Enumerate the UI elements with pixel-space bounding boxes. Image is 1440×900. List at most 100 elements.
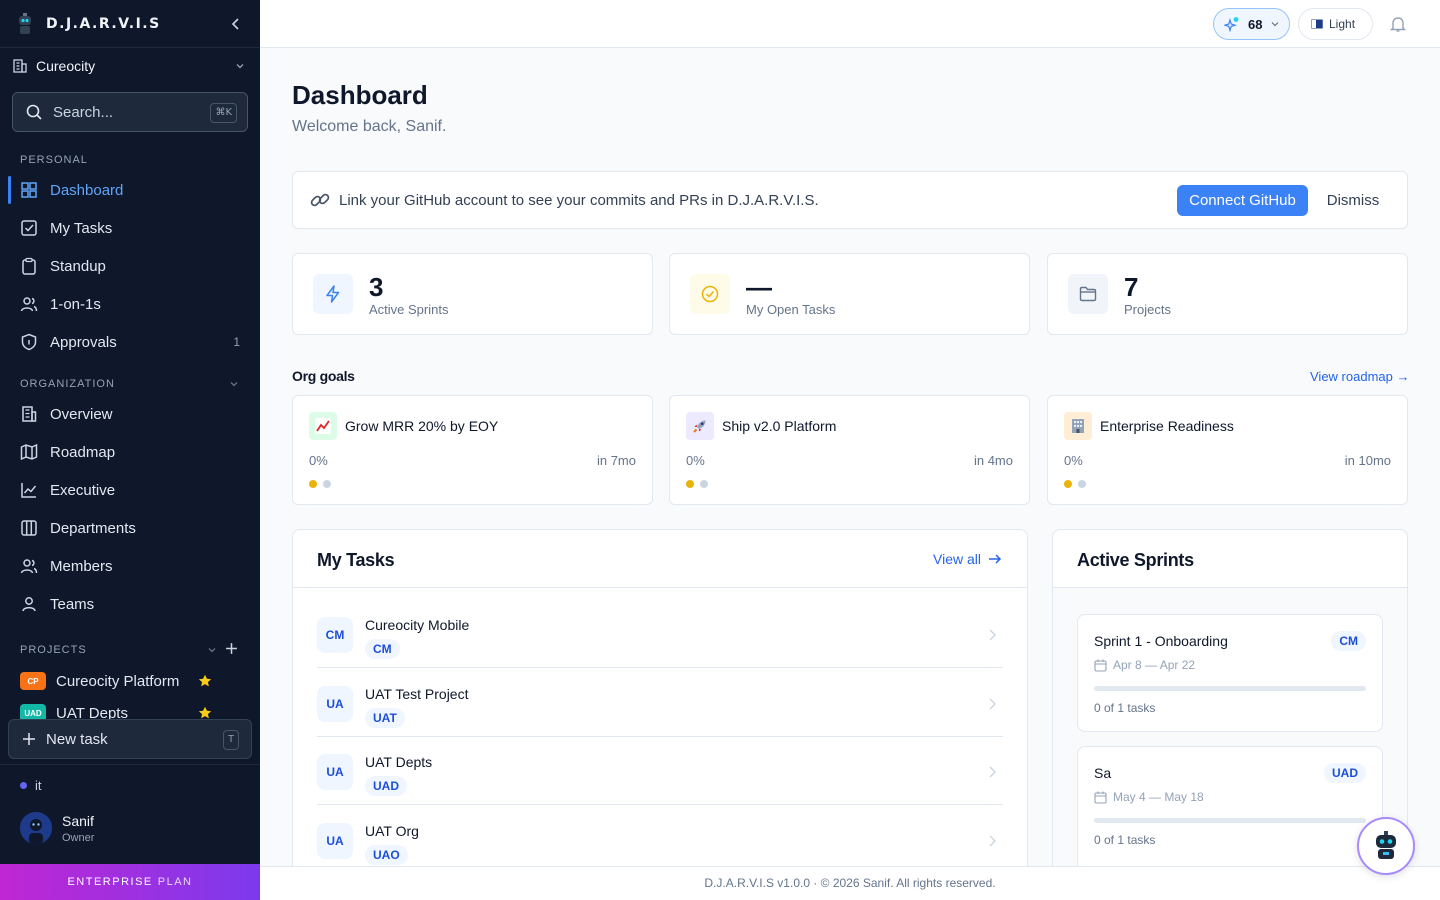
task-row[interactable]: UA UAT Test Project UAT [317,669,1003,737]
sidebar-item-dashboard[interactable]: Dashboard [8,172,252,208]
user-name: Sanif [62,812,94,829]
sidebar-item-teams[interactable]: Teams [8,586,252,622]
section-label-personal: PERSONAL [20,154,88,166]
goal-title: Grow MRR 20% by EOY [345,418,499,434]
view-roadmap-link[interactable]: View roadmap → [1310,369,1409,384]
chevron-down-icon[interactable] [206,644,218,656]
assistant-bot-button[interactable] [1357,817,1415,875]
project-badge: CP [20,672,46,690]
theme-toggle[interactable]: Light [1298,8,1373,40]
link-icon [310,193,330,207]
goal-status-dots [1064,480,1092,488]
project-item-cureocity-platform[interactable]: CP Cureocity Platform [20,667,252,695]
sidebar-item-approvals[interactable]: Approvals 1 [8,324,252,360]
ai-credits-button[interactable]: 68 [1213,8,1290,40]
my-tasks-card: My Tasks View all CM Cureocity Mobile CM… [292,529,1028,889]
folder-icon [1068,274,1108,314]
stat-card-active-sprints[interactable]: 3 Active Sprints [292,253,653,335]
add-project-plus-icon[interactable] [225,642,238,655]
sidebar-item-my-tasks[interactable]: My Tasks [8,210,252,246]
sidebar: D.J.A.R.V.I.S Cureocity Search... ⌘K PER… [0,0,260,900]
goal-status-dots [686,480,714,488]
stat-value: — [746,272,772,302]
chevron-right-icon [989,766,996,778]
workspace-indicator[interactable]: it [20,778,42,793]
stat-card-projects[interactable]: 7 Projects [1047,253,1408,335]
goal-status-dots [309,480,337,488]
sidebar-item-label: Approvals [50,333,117,351]
sidebar-item-1-on-1s[interactable]: 1-on-1s [8,286,252,322]
star-icon[interactable] [198,674,212,688]
sidebar-item-overview[interactable]: Overview [8,396,252,432]
shield-icon [21,333,37,351]
github-link-banner: Link your GitHub account to see your com… [292,171,1408,229]
sidebar-item-roadmap[interactable]: Roadmap [8,434,252,470]
goal-card[interactable]: Grow MRR 20% by EOY 0% in 7mo [292,395,653,505]
goal-title: Enterprise Readiness [1100,418,1234,434]
sprint-date-range: May 4 — May 18 [1113,790,1204,804]
dismiss-button[interactable]: Dismiss [1313,185,1393,216]
check-circle-icon [690,274,730,314]
task-avatar: UA [317,754,353,790]
stat-card-open-tasks[interactable]: — My Open Tasks [669,253,1030,335]
calendar-icon [1094,659,1107,672]
sidebar-item-departments[interactable]: Departments [8,510,252,546]
task-row[interactable]: CM Cureocity Mobile CM [317,600,1003,668]
search-box[interactable]: Search... ⌘K [12,92,248,132]
arrow-right-icon [989,554,1002,564]
plan-banner[interactable]: ENTERPRISE PLAN [0,864,260,900]
workspace-name: it [35,778,42,793]
search-icon [26,104,42,120]
theme-icon [1311,19,1323,29]
goal-progress: 0% [686,453,705,468]
sprint-card[interactable]: Sprint 1 - Onboarding CM Apr 8 — Apr 22 … [1077,614,1383,732]
goal-card[interactable]: Enterprise Readiness 0% in 10mo [1047,395,1408,505]
task-row[interactable]: UA UAT Depts UAD [317,737,1003,805]
goal-due: in 7mo [596,453,636,468]
page-subtitle: Welcome back, Sanif. [292,118,447,135]
new-task-button[interactable]: New task T [8,719,252,759]
grid-icon [21,182,37,198]
chevron-right-icon [989,835,996,847]
bell-icon[interactable] [1389,15,1407,33]
stat-label: Projects [1124,302,1171,317]
sprint-task-count: 0 of 1 tasks [1094,701,1156,715]
plan-tier: ENTERPRISE [67,876,153,888]
star-icon[interactable] [198,706,212,720]
task-tag: UAD [365,776,407,796]
chevron-down-icon[interactable] [228,378,240,390]
brand-name: D.J.A.R.V.I.S [46,15,161,32]
sparkles-icon [1224,17,1239,32]
card-title: My Tasks [317,550,395,570]
task-tag: CM [365,639,400,659]
building-icon [13,59,27,73]
goal-card[interactable]: Ship v2.0 Platform 0% in 4mo [669,395,1030,505]
sidebar-item-label: Overview [50,405,113,423]
task-row[interactable]: UA UAT Org UAO [317,806,1003,874]
chevron-right-icon [989,698,996,710]
top-bar: 68 Light [260,0,1440,48]
chevron-right-icon [989,629,996,641]
collapse-sidebar-icon[interactable] [228,16,244,32]
users-icon [20,559,38,574]
sprint-name: Sprint 1 - Onboarding [1094,633,1228,649]
user-profile[interactable]: Sanif Owner [20,812,94,844]
task-avatar: UA [317,686,353,722]
goal-due: in 4mo [973,453,1013,468]
stat-value: 7 [1124,272,1139,302]
theme-label: Light [1329,17,1356,31]
search-shortcut: ⌘K [210,103,237,123]
task-name: UAT Test Project [365,686,469,702]
connect-github-button[interactable]: Connect GitHub [1177,185,1308,216]
sprint-card[interactable]: Sa UAD May 4 — May 18 0 of 1 tasks [1077,746,1383,876]
org-switcher[interactable]: Cureocity [0,48,260,84]
goal-due: in 10mo [1344,453,1391,468]
sidebar-item-label: Departments [50,519,136,537]
sidebar-item-members[interactable]: Members [8,548,252,584]
lightning-icon [313,274,353,314]
sidebar-item-standup[interactable]: Standup [8,248,252,284]
view-all-link[interactable]: View all [933,551,1003,567]
line-chart-icon [21,483,37,498]
sprint-name: Sa [1094,765,1112,781]
sidebar-item-executive[interactable]: Executive [8,472,252,508]
